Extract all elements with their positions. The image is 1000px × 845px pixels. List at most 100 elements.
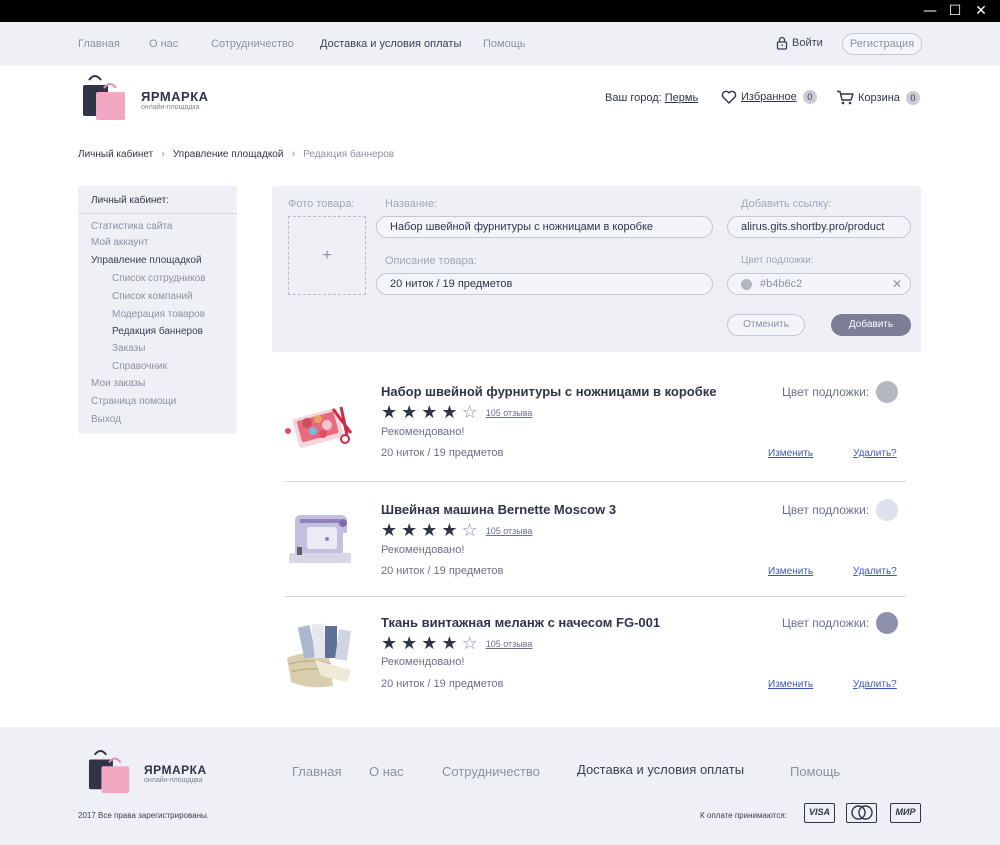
footer-link-about[interactable]: О нас — [369, 764, 404, 779]
star-filled-icon: ★ — [441, 633, 458, 654]
background-color-label: Цвет подложки: — [741, 255, 814, 266]
star-filled-icon: ★ — [421, 520, 438, 541]
nav-link-help[interactable]: Помощь — [483, 38, 526, 50]
footer-link-partnership[interactable]: Сотрудничество — [442, 764, 540, 779]
shopping-bags-logo-icon — [88, 749, 130, 794]
mir-icon: МИР — [890, 803, 921, 823]
fabric-image — [287, 623, 352, 688]
delete-link[interactable]: Удалить? — [853, 679, 897, 690]
rating-stars: ★ ★ ★ ★ ☆ 105 отзыва — [381, 522, 532, 540]
minimize-icon[interactable]: — — [922, 3, 938, 19]
sidebar-item-reference[interactable]: Справочник — [112, 361, 167, 372]
logo-tagline: онлайн-площадка — [141, 104, 200, 111]
banner-edit-form: Фото товара: + Название: Набор швейной ф… — [272, 186, 921, 352]
maximize-icon[interactable]: ☐ — [947, 3, 963, 19]
star-filled-icon: ★ — [401, 520, 418, 541]
delete-link[interactable]: Удалить? — [853, 566, 897, 577]
footer-link-help[interactable]: Помощь — [790, 764, 840, 779]
edit-link[interactable]: Изменить — [768, 448, 813, 459]
city-prefix: Ваш город: — [605, 92, 662, 104]
star-empty-icon: ☆ — [461, 402, 478, 423]
sidebar-item-moderation[interactable]: Модерация товаров — [112, 309, 205, 320]
banner-list-item: Швейная машина Bernette Moscow 3 ★ ★ ★ ★… — [285, 493, 906, 593]
copyright-text: 2017 Все права зарегистрированы. — [78, 811, 209, 820]
footer-logo-tagline: онлайн-площадка — [144, 777, 203, 784]
plus-icon: + — [322, 247, 332, 264]
clear-icon[interactable]: ✕ — [892, 274, 902, 294]
star-filled-icon: ★ — [421, 633, 438, 654]
description-input[interactable]: 20 ниток / 19 предметов — [376, 273, 713, 295]
background-color-input[interactable]: #b4b6c2 ✕ — [727, 273, 911, 295]
background-color-label: Цвет подложки: — [782, 385, 870, 399]
description-label: Описание товара: — [385, 255, 477, 267]
reviews-link[interactable]: 105 отзыва — [486, 526, 533, 536]
top-navigation: Главная О нас Сотрудничество Доставка и … — [0, 22, 1000, 66]
logo[interactable]: ЯРМАРКА онлайн-площадка — [80, 74, 215, 124]
edit-link[interactable]: Изменить — [768, 679, 813, 690]
sidebar-item-logout[interactable]: Выход — [91, 414, 121, 425]
product-meta: 20 ниток / 19 предметов — [381, 678, 504, 690]
breadcrumb-item-platform[interactable]: Управление площадкой — [173, 149, 284, 160]
sidebar-item-account[interactable]: Мой аккаунт — [91, 237, 148, 248]
breadcrumb-item-banners: Редакция баннеров — [303, 148, 395, 160]
sidebar-item-companies[interactable]: Список компаний — [112, 291, 193, 302]
favorites-link[interactable]: Избранное 0 — [721, 90, 817, 104]
banner-list-item: Набор швейной фурнитуры с ножницами в ко… — [285, 375, 906, 475]
background-color-swatch — [876, 381, 898, 403]
breadcrumb: Личный кабинет › Управление площадкой › … — [78, 148, 394, 160]
heart-icon — [721, 90, 737, 104]
footer-link-delivery[interactable]: Доставка и условия оплаты — [577, 762, 744, 777]
reviews-link[interactable]: 105 отзыва — [486, 639, 533, 649]
edit-link[interactable]: Изменить — [768, 566, 813, 577]
footer-link-home[interactable]: Главная — [292, 764, 341, 779]
recommended-text: Рекомендовано! — [381, 656, 465, 668]
cancel-button[interactable]: Отменить — [727, 314, 805, 336]
lock-icon — [776, 36, 788, 50]
city-selector[interactable]: Ваш город: Пермь — [605, 92, 698, 104]
cart-link[interactable]: Корзина 0 — [836, 90, 920, 105]
sidebar-item-stats[interactable]: Статистика сайта — [91, 221, 172, 232]
nav-link-partnership[interactable]: Сотрудничество — [211, 38, 294, 50]
footer-logo[interactable]: ЯРМАРКА онлайн-площадка — [86, 749, 216, 797]
sidebar-item-platform[interactable]: Управление площадкой — [91, 255, 202, 266]
sidebar-item-help-page[interactable]: Страница помощи — [91, 396, 176, 407]
close-icon[interactable]: ✕ — [973, 3, 989, 19]
nav-link-about[interactable]: О нас — [149, 38, 178, 50]
sidebar-item-orders[interactable]: Заказы — [112, 343, 145, 354]
sidebar-item-employees[interactable]: Список сотрудников — [112, 273, 206, 284]
star-filled-icon: ★ — [441, 402, 458, 423]
reviews-link[interactable]: 105 отзыва — [486, 408, 533, 418]
link-label: Добавить ссылку: — [741, 198, 832, 210]
login-label: Войти — [792, 37, 823, 49]
register-button[interactable]: Регистрация — [842, 33, 922, 55]
background-color-label: Цвет подложки: — [782, 616, 870, 630]
nav-link-delivery[interactable]: Доставка и условия оплаты — [320, 38, 461, 50]
star-filled-icon: ★ — [421, 402, 438, 423]
city-link[interactable]: Пермь — [665, 92, 698, 104]
background-color-label: Цвет подложки: — [782, 503, 870, 517]
background-color-swatch — [876, 499, 898, 521]
rating-stars: ★ ★ ★ ★ ☆ 105 отзыва — [381, 635, 532, 653]
delete-link[interactable]: Удалить? — [853, 448, 897, 459]
star-filled-icon: ★ — [381, 520, 398, 541]
sidebar-item-banners[interactable]: Редакция баннеров — [112, 326, 203, 337]
sidebar-item-my-orders[interactable]: Мои заказы — [91, 378, 145, 389]
star-filled-icon: ★ — [381, 402, 398, 423]
cart-icon — [837, 90, 854, 105]
sidebar-heading: Личный кабинет: — [91, 195, 170, 206]
banner-title: Ткань винтажная меланж с начесом FG-001 — [381, 615, 661, 630]
name-input[interactable]: Набор швейной фурнитуры с ножницами в ко… — [376, 216, 713, 238]
photo-upload-dropzone[interactable]: + — [288, 216, 366, 295]
cart-label: Корзина — [858, 91, 900, 104]
chevron-right-icon: › — [161, 148, 165, 160]
banner-title: Набор швейной фурнитуры с ножницами в ко… — [381, 384, 717, 399]
breadcrumb-item-account[interactable]: Личный кабинет — [78, 149, 153, 160]
login-link[interactable]: Войти — [776, 36, 823, 50]
site-footer: ЯРМАРКА онлайн-площадка Главная О нас Со… — [0, 727, 1000, 845]
banner-list-item: Ткань винтажная меланж с начесом FG-001 … — [285, 606, 906, 706]
shopping-bags-logo-icon — [83, 75, 125, 120]
link-input[interactable]: alirus.gits.shortby.pro/product — [727, 216, 911, 238]
add-button[interactable]: Добавить — [831, 314, 911, 336]
nav-link-home[interactable]: Главная — [78, 38, 120, 50]
star-filled-icon: ★ — [401, 402, 418, 423]
